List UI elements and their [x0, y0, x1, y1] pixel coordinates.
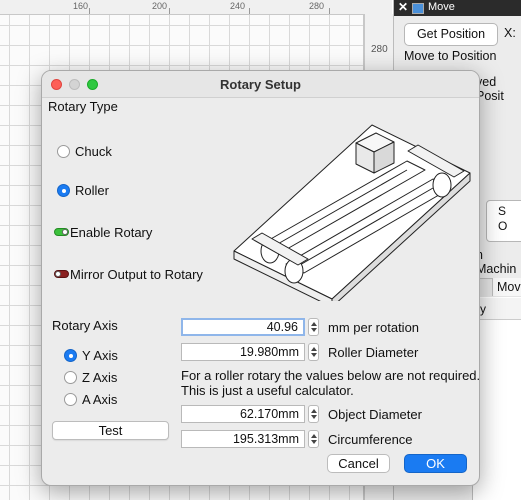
ruler-tick — [329, 8, 330, 14]
rotary-setup-dialog: Rotary Setup Rotary Type Chuck Roller En… — [41, 70, 480, 486]
roller-diameter-label: Roller Diameter — [328, 345, 419, 360]
mirror-output-toggle[interactable] — [54, 270, 69, 278]
calculator-note-line-1: For a roller rotary the values below are… — [181, 368, 480, 383]
top-ruler: 160 200 240 280 — [0, 0, 392, 15]
object-diameter-input[interactable]: 62.170mm — [181, 405, 305, 423]
object-diameter-stepper[interactable] — [308, 405, 319, 423]
circumference-stepper[interactable] — [308, 430, 319, 448]
circumference-input[interactable]: 195.313mm — [181, 430, 305, 448]
roller-rotary-illustration — [233, 124, 471, 301]
move-panel-title: Move — [428, 1, 455, 13]
object-diameter-label: Object Diameter — [328, 407, 422, 422]
side-ruler-label: 280 — [371, 44, 388, 55]
panel-side-button-label: S O — [498, 204, 508, 233]
roller-diameter-input[interactable]: 19.980mm — [181, 343, 305, 361]
y-axis-radio[interactable] — [64, 349, 77, 362]
rotary-type-heading: Rotary Type — [48, 99, 118, 114]
z-axis-radio[interactable] — [64, 371, 77, 384]
ruler-tick — [249, 8, 250, 14]
mm-per-rotation-label: mm per rotation — [328, 320, 420, 335]
y-axis-label[interactable]: Y Axis — [82, 348, 118, 363]
circumference-label: Circumference — [328, 432, 413, 447]
roller-diameter-stepper[interactable] — [308, 343, 319, 361]
a-axis-radio[interactable] — [64, 393, 77, 406]
mirror-output-label[interactable]: Mirror Output to Rotary — [70, 267, 203, 282]
get-position-button[interactable]: Get Position — [404, 23, 498, 46]
cancel-button[interactable]: Cancel — [327, 454, 390, 473]
enable-rotary-toggle[interactable] — [54, 228, 69, 236]
test-button[interactable]: Test — [52, 421, 169, 440]
ruler-tick — [169, 8, 170, 14]
window-icon — [412, 3, 424, 14]
close-icon[interactable]: ✕ — [398, 0, 408, 14]
roller-label[interactable]: Roller — [75, 183, 109, 198]
ruler-tick — [89, 8, 90, 14]
machine-label: n Machin — [476, 248, 517, 276]
ruler-label-280: 280 — [309, 1, 325, 11]
calculator-note-line-2: This is just a useful calculator. — [181, 383, 354, 398]
dialog-title: Rotary Setup — [220, 77, 301, 92]
saved-position-label: ved Posit — [476, 75, 504, 103]
chuck-label[interactable]: Chuck — [75, 144, 112, 159]
ruler-label-240: 240 — [230, 1, 246, 11]
tab-move[interactable]: Move — [492, 278, 521, 296]
move-to-position-label: Move to Position — [404, 49, 497, 63]
rotary-axis-heading: Rotary Axis — [52, 318, 118, 333]
ruler-label-160: 160 — [73, 1, 89, 11]
ruler-label-200: 200 — [152, 1, 168, 11]
roller-end-right — [432, 172, 452, 198]
x-coordinate-label: X: — [504, 26, 516, 40]
mm-per-rotation-input[interactable]: 40.96 — [181, 318, 305, 336]
chuck-radio[interactable] — [57, 145, 70, 158]
roller-radio[interactable] — [57, 184, 70, 197]
enable-rotary-label[interactable]: Enable Rotary — [70, 225, 152, 240]
a-axis-label[interactable]: A Axis — [82, 392, 117, 407]
ok-button[interactable]: OK — [404, 454, 467, 473]
z-axis-label[interactable]: Z Axis — [82, 370, 117, 385]
mm-per-rotation-stepper[interactable] — [308, 318, 319, 336]
